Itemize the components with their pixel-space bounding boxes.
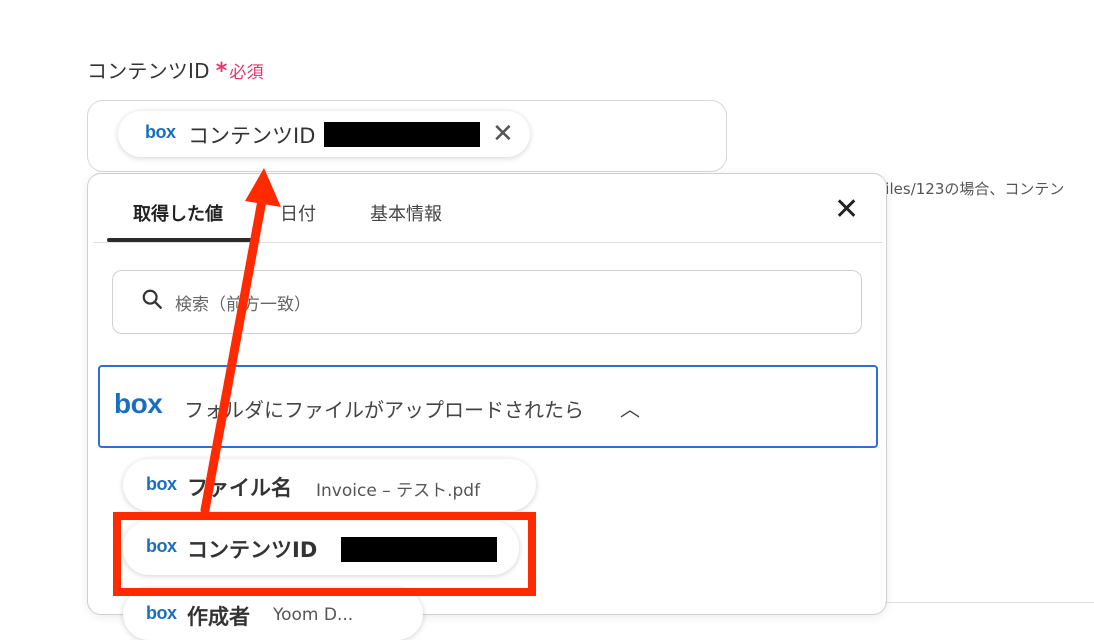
tab-acquired-values[interactable]: 取得した値 [133,200,223,226]
required-text: 必須 [229,63,264,83]
box-logo: box [114,388,163,419]
item-label: 作成者 [187,605,250,629]
close-icon[interactable]: ✕ [492,119,514,149]
chevron-up-icon[interactable]: ︿ [620,393,640,422]
field-label-text: コンテンツID [87,59,210,83]
annotation-highlight-box [113,512,536,596]
item-label: ファイル名 [187,476,292,500]
redacted-value [324,122,480,147]
search-icon [142,289,162,309]
list-item[interactable]: box ファイル名 Invoice – テスト.pdf [123,459,536,511]
tab-date[interactable]: 日付 [280,200,316,226]
search-input[interactable]: 検索（前方一致） [112,270,862,334]
chip-label: コンテンツID [188,124,316,148]
box-logo: box [146,474,177,494]
group-label: フォルダにファイルがアップロードされたら [184,398,584,422]
divider [885,602,1094,603]
tab-divider [93,242,883,243]
tab-basic-info[interactable]: 基本情報 [370,200,442,226]
required-star: * [215,59,228,84]
item-value: Yoom D... [273,605,354,625]
box-logo: box [146,603,177,623]
trigger-group-header[interactable]: box フォルダにファイルがアップロードされたら ︿ [98,365,878,448]
selected-value-chip[interactable]: box コンテンツID ✕ [118,111,530,157]
search-placeholder: 検索（前方一致） [175,295,311,315]
box-logo: box [145,122,176,142]
close-icon[interactable]: ✕ [834,195,859,225]
help-text: /files/123の場合、コンテン [875,180,1065,198]
item-value: Invoice – テスト.pdf [316,481,481,501]
field-label: コンテンツID * 必須 [87,55,264,84]
